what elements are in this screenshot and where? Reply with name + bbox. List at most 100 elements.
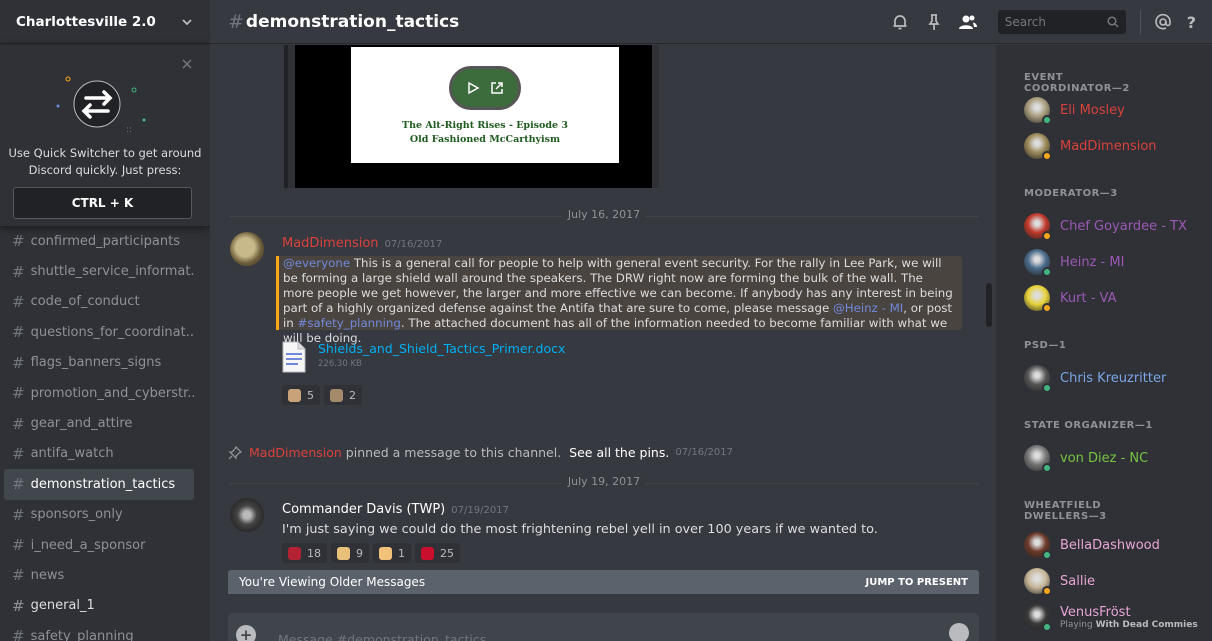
member-item[interactable]: Chris Kreuzritter: [1024, 362, 1166, 394]
header-toolbar: Search ?: [890, 0, 1212, 44]
quick-switcher-icon: ::: [56, 76, 146, 135]
role-header: PSD—1: [1024, 340, 1067, 351]
play-icon[interactable]: [466, 81, 480, 95]
member-name: Eli Mosley: [1060, 102, 1125, 118]
external-link-icon[interactable]: [490, 81, 504, 95]
avatar: [1024, 445, 1052, 473]
attachment-link[interactable]: Shields_and_Shield_Tactics_Primer.docx: [318, 341, 565, 356]
reaction-count: 18: [307, 546, 321, 560]
member-item[interactable]: von Diez - NC: [1024, 442, 1148, 474]
channel-item[interactable]: # flags_banners_signs: [4, 348, 194, 378]
pin-icon[interactable]: [924, 12, 944, 32]
channel-item-label: news: [30, 567, 65, 583]
upload-plus-icon[interactable]: +: [236, 625, 256, 641]
channel-item[interactable]: # general_1: [4, 591, 194, 621]
scrollbar-thumb[interactable]: [986, 283, 992, 327]
channel-header: # demonstration_tactics Search ?: [210, 0, 1212, 44]
date-divider: July 16, 2017: [230, 208, 978, 221]
close-icon[interactable]: [180, 57, 194, 71]
avatar: [1024, 249, 1052, 277]
channel-item[interactable]: # demonstration_tactics: [4, 469, 194, 500]
status-indicator-icon: [1042, 267, 1052, 277]
mention-channel[interactable]: #safety_planning: [298, 316, 401, 330]
channel-item[interactable]: # gear_and_attire: [4, 408, 194, 438]
reaction-pill[interactable]: 5: [282, 385, 320, 405]
channel-item[interactable]: # safety_planning: [4, 621, 194, 641]
reaction-emoji-icon: [421, 546, 434, 560]
status-indicator-icon: [1042, 622, 1052, 632]
document-icon: [282, 341, 306, 373]
avatar[interactable]: [230, 498, 264, 532]
reaction-bar: 52: [282, 385, 362, 405]
channel-item[interactable]: # questions_for_coordinat...: [4, 317, 194, 347]
chevron-down-icon: [182, 18, 192, 25]
video-thumbnail[interactable]: The Alt-Right Rises - Episode 3 Old Fash…: [351, 47, 619, 163]
mentions-icon[interactable]: [1153, 12, 1173, 32]
channel-item[interactable]: # confirmed_participants: [4, 226, 194, 256]
member-name: Chef Goyardee - TX: [1060, 218, 1187, 234]
avatar: [1024, 532, 1052, 560]
member-name: Kurt - VA: [1060, 290, 1117, 306]
message-timestamp: 07/16/2017: [384, 239, 443, 250]
reaction-pill[interactable]: 9: [331, 543, 369, 563]
role-header: MODERATOR—3: [1024, 188, 1118, 199]
hash-icon: #: [12, 232, 25, 251]
channel-item[interactable]: # news: [4, 560, 194, 590]
channel-item[interactable]: # code_of_conduct: [4, 287, 194, 317]
avatar[interactable]: [230, 232, 264, 266]
member-list-icon[interactable]: [958, 12, 978, 32]
mention-user[interactable]: @Heinz - MI: [833, 301, 903, 315]
message-author[interactable]: Commander Davis (TWP): [282, 502, 445, 517]
video-subtitle: Old Fashioned McCarthyism: [409, 134, 561, 145]
hash-icon: #: [228, 10, 244, 33]
help-icon[interactable]: ?: [1187, 13, 1196, 32]
channel-item-label: gear_and_attire: [30, 416, 133, 432]
mention-everyone[interactable]: @everyone: [283, 256, 350, 270]
message-composer[interactable]: + Message #demonstration_tactics: [228, 613, 979, 641]
channel-item[interactable]: # antifa_watch: [4, 439, 194, 469]
channel-sidebar: Charlottesville 2.0 # confirmed_participa…: [0, 0, 210, 641]
quick-switcher-shortcut: CTRL + K: [13, 187, 192, 219]
search-placeholder: Search: [1004, 15, 1046, 29]
server-header[interactable]: Charlottesville 2.0: [0, 0, 210, 44]
member-item[interactable]: Chef Goyardee - TX: [1024, 210, 1187, 242]
message-header: Commander Davis (TWP) 07/19/2017: [282, 502, 509, 517]
bell-icon[interactable]: [890, 12, 910, 32]
embed-border: [284, 45, 288, 188]
member-item[interactable]: VenusFröst Playing With Dead Commies: [1024, 601, 1198, 633]
reaction-count: 2: [349, 388, 356, 402]
channel-title: # demonstration_tactics: [228, 11, 459, 33]
avatar: [1024, 365, 1052, 393]
reaction-pill[interactable]: 18: [282, 543, 327, 563]
message-author[interactable]: MadDimension: [282, 236, 379, 251]
server-name: Charlottesville 2.0: [16, 13, 156, 30]
reaction-pill[interactable]: 2: [324, 385, 362, 405]
member-item[interactable]: Eli Mosley: [1024, 94, 1125, 126]
see-pins-link[interactable]: See all the pins.: [569, 445, 669, 460]
jump-to-present-button[interactable]: JUMP TO PRESENT: [866, 577, 969, 588]
reaction-count: 9: [356, 546, 363, 560]
channel-item[interactable]: # promotion_and_cyberstr...: [4, 378, 194, 408]
member-item[interactable]: BellaDashwood: [1024, 529, 1160, 561]
search-input[interactable]: Search: [997, 10, 1126, 34]
member-item[interactable]: Kurt - VA: [1024, 282, 1116, 314]
toolbar-divider: [1139, 10, 1141, 34]
reaction-count: 25: [440, 546, 454, 560]
older-messages-text: You're Viewing Older Messages: [239, 575, 426, 589]
reaction-pill[interactable]: 25: [415, 543, 460, 563]
hash-icon: #: [12, 384, 25, 403]
pin-author[interactable]: MadDimension: [249, 445, 342, 460]
reaction-pill[interactable]: 1: [373, 543, 411, 563]
channel-item-label: code_of_conduct: [30, 294, 140, 310]
member-name: VenusFröst: [1060, 604, 1131, 620]
member-item[interactable]: MadDimension: [1024, 130, 1157, 162]
member-item[interactable]: Heinz - MI: [1024, 246, 1124, 278]
channel-item[interactable]: # sponsors_only: [4, 500, 194, 530]
video-controls: [449, 66, 521, 110]
status-indicator-icon: [1042, 303, 1052, 313]
emoji-picker-icon[interactable]: [949, 623, 969, 641]
member-item[interactable]: Sallie: [1024, 565, 1095, 597]
attachment-size: 226.30 KB: [318, 359, 362, 369]
channel-item[interactable]: # shuttle_service_informat...: [4, 256, 194, 286]
channel-item[interactable]: # i_need_a_sponsor: [4, 530, 194, 560]
